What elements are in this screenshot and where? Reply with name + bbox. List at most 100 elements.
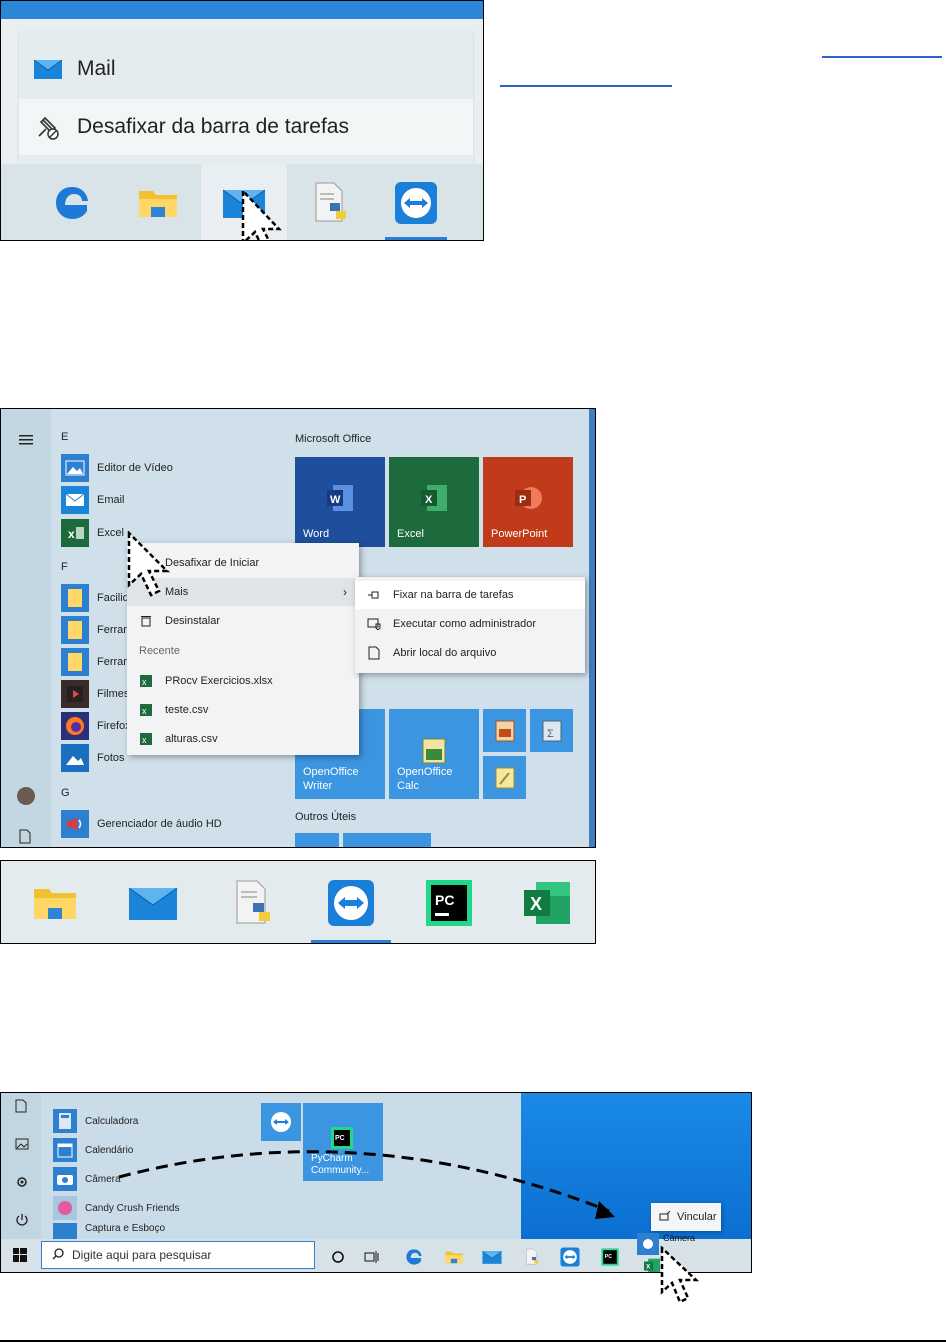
mail-icon[interactable] xyxy=(477,1242,507,1272)
recent-file-0[interactable]: x PRocv Exercicios.xlsx xyxy=(127,667,359,695)
letter-header-e[interactable]: E xyxy=(61,431,68,443)
section-outros-uteis[interactable]: Outros Úteis xyxy=(295,811,356,823)
svg-text:PC: PC xyxy=(605,1254,613,1260)
page-divider xyxy=(0,1340,946,1342)
scrollbar[interactable] xyxy=(589,409,595,847)
letter-header-g[interactable]: G xyxy=(61,787,70,799)
menu-item-open-location[interactable]: Abrir local do arquivo xyxy=(355,639,585,667)
drag-arrow xyxy=(118,1150,615,1219)
app-ferramentas-2[interactable]: Ferram xyxy=(61,647,132,677)
svg-text:PC: PC xyxy=(435,892,454,908)
tile-openoffice-calc[interactable]: OpenOffice Calc xyxy=(389,709,479,799)
app-label: Filmes xyxy=(97,688,130,700)
tile-label: OpenOffice Calc xyxy=(397,766,453,792)
edge-icon[interactable] xyxy=(399,1242,429,1272)
tile-small-draw[interactable] xyxy=(483,756,526,799)
app-facilidade[interactable]: Facilid xyxy=(61,583,129,613)
edge-icon xyxy=(56,187,88,219)
svg-text:Σ: Σ xyxy=(547,728,554,740)
unpin-taskbar-label: Desafixar da barra de tarefas xyxy=(77,115,349,138)
mail-icon xyxy=(19,57,77,81)
document-icon[interactable] xyxy=(19,829,31,847)
taskbar-file-explorer[interactable] xyxy=(115,164,201,240)
app-label: Editor de Vídeo xyxy=(97,462,173,474)
hamburger-menu-icon[interactable] xyxy=(19,433,35,451)
jump-list-item-mail[interactable]: Mail xyxy=(19,41,473,97)
excel-icon: X xyxy=(524,882,570,924)
app-fotos[interactable]: Fotos xyxy=(61,743,125,773)
taskbar-excel[interactable]: X xyxy=(507,861,587,943)
start-rail xyxy=(1,409,51,847)
teamviewer-icon xyxy=(395,182,437,224)
taskbar-python-file[interactable] xyxy=(287,164,373,240)
menu-item-label: Abrir local do arquivo xyxy=(393,647,497,659)
taskbar-result-screenshot: PC X xyxy=(0,860,596,944)
trash-icon xyxy=(127,615,165,627)
user-avatar[interactable] xyxy=(17,787,35,805)
taskbar-python-file[interactable] xyxy=(213,861,293,943)
menu-item-run-admin[interactable]: Executar como administrador xyxy=(355,610,585,638)
taskbar-teamviewer[interactable] xyxy=(311,861,391,943)
taskbar-teamviewer[interactable] xyxy=(373,164,459,240)
active-indicator xyxy=(311,940,391,943)
app-label: Fotos xyxy=(97,752,125,764)
menu-item-pin-taskbar[interactable]: Fixar na barra de tarefas xyxy=(355,581,585,609)
speaker-icon xyxy=(61,810,89,838)
python-file-icon[interactable] xyxy=(517,1242,547,1272)
app-label: Firefox xyxy=(97,720,131,732)
app-filmes[interactable]: Filmes xyxy=(61,679,129,709)
menu-item-uninstall[interactable]: Desinstalar xyxy=(127,607,359,635)
tile-partial[interactable] xyxy=(295,833,339,847)
cortana-icon[interactable] xyxy=(323,1242,353,1272)
recent-file-2[interactable]: x alturas.csv xyxy=(127,725,359,753)
app-email[interactable]: Email xyxy=(61,485,125,515)
tile-small-math[interactable]: Σ xyxy=(530,709,573,752)
app-excel[interactable]: x Excel xyxy=(61,518,124,548)
taskbar: Digite aqui para pesquisar PC Câmera X xyxy=(1,1233,751,1272)
task-view-icon[interactable] xyxy=(357,1242,387,1272)
tile-word[interactable]: W Word xyxy=(295,457,385,547)
app-audio-manager[interactable]: Gerenciador de áudio HD xyxy=(61,809,222,839)
tile-partial[interactable] xyxy=(343,833,431,847)
teamviewer-icon[interactable] xyxy=(555,1242,585,1272)
python-file-icon xyxy=(236,880,270,924)
app-ferramentas-1[interactable]: Ferram xyxy=(61,615,132,645)
taskbar-pycharm[interactable]: PC xyxy=(409,861,489,943)
jump-list-mail-label: Mail xyxy=(77,57,116,80)
section-microsoft-office[interactable]: Microsoft Office xyxy=(295,433,371,445)
recent-file-1[interactable]: x teste.csv xyxy=(127,696,359,724)
math-icon: Σ xyxy=(542,720,562,742)
svg-text:x: x xyxy=(142,677,147,687)
tile-powerpoint[interactable]: P PowerPoint xyxy=(483,457,573,547)
drag-to-taskbar-screenshot: Calculadora Calendário Câmera Candy Crus… xyxy=(0,1092,752,1273)
file-explorer-icon[interactable] xyxy=(439,1242,469,1272)
app-video-editor[interactable]: Editor de Vídeo xyxy=(61,453,173,483)
tile-small-impress[interactable] xyxy=(483,709,526,752)
film-icon xyxy=(61,680,89,708)
letter-header-f[interactable]: F xyxy=(61,561,68,573)
draw-icon xyxy=(495,767,515,789)
powerpoint-icon: P xyxy=(515,487,542,509)
link-underline[interactable] xyxy=(822,56,942,58)
unpin-taskbar-item[interactable]: Desafixar da barra de tarefas xyxy=(19,99,473,155)
window-edge xyxy=(1,1,483,19)
menu-item-label: Fixar na barra de tarefas xyxy=(393,589,514,601)
taskbar-edge[interactable] xyxy=(29,164,115,240)
taskbar-mail[interactable] xyxy=(113,861,193,943)
excel-file-icon: x xyxy=(127,675,165,687)
pycharm-icon[interactable]: PC xyxy=(595,1242,625,1272)
link-underline[interactable] xyxy=(500,85,672,87)
taskbar-search[interactable]: Digite aqui para pesquisar xyxy=(41,1241,315,1269)
recent-file-label: teste.csv xyxy=(165,704,209,716)
taskbar-file-explorer[interactable] xyxy=(15,861,95,943)
tile-excel[interactable]: X Excel xyxy=(389,457,479,547)
app-firefox[interactable]: Firefox xyxy=(61,711,131,741)
excel-icon: X xyxy=(421,485,447,511)
active-indicator xyxy=(385,237,447,240)
mail-icon xyxy=(128,887,178,920)
windows-start-icon[interactable] xyxy=(13,1248,27,1267)
shield-icon xyxy=(355,618,393,630)
menu-item-label: Desafixar de Iniciar xyxy=(165,557,260,569)
excel-file-icon: x xyxy=(127,704,165,716)
more-submenu: Fixar na barra de tarefas Executar como … xyxy=(355,577,585,673)
